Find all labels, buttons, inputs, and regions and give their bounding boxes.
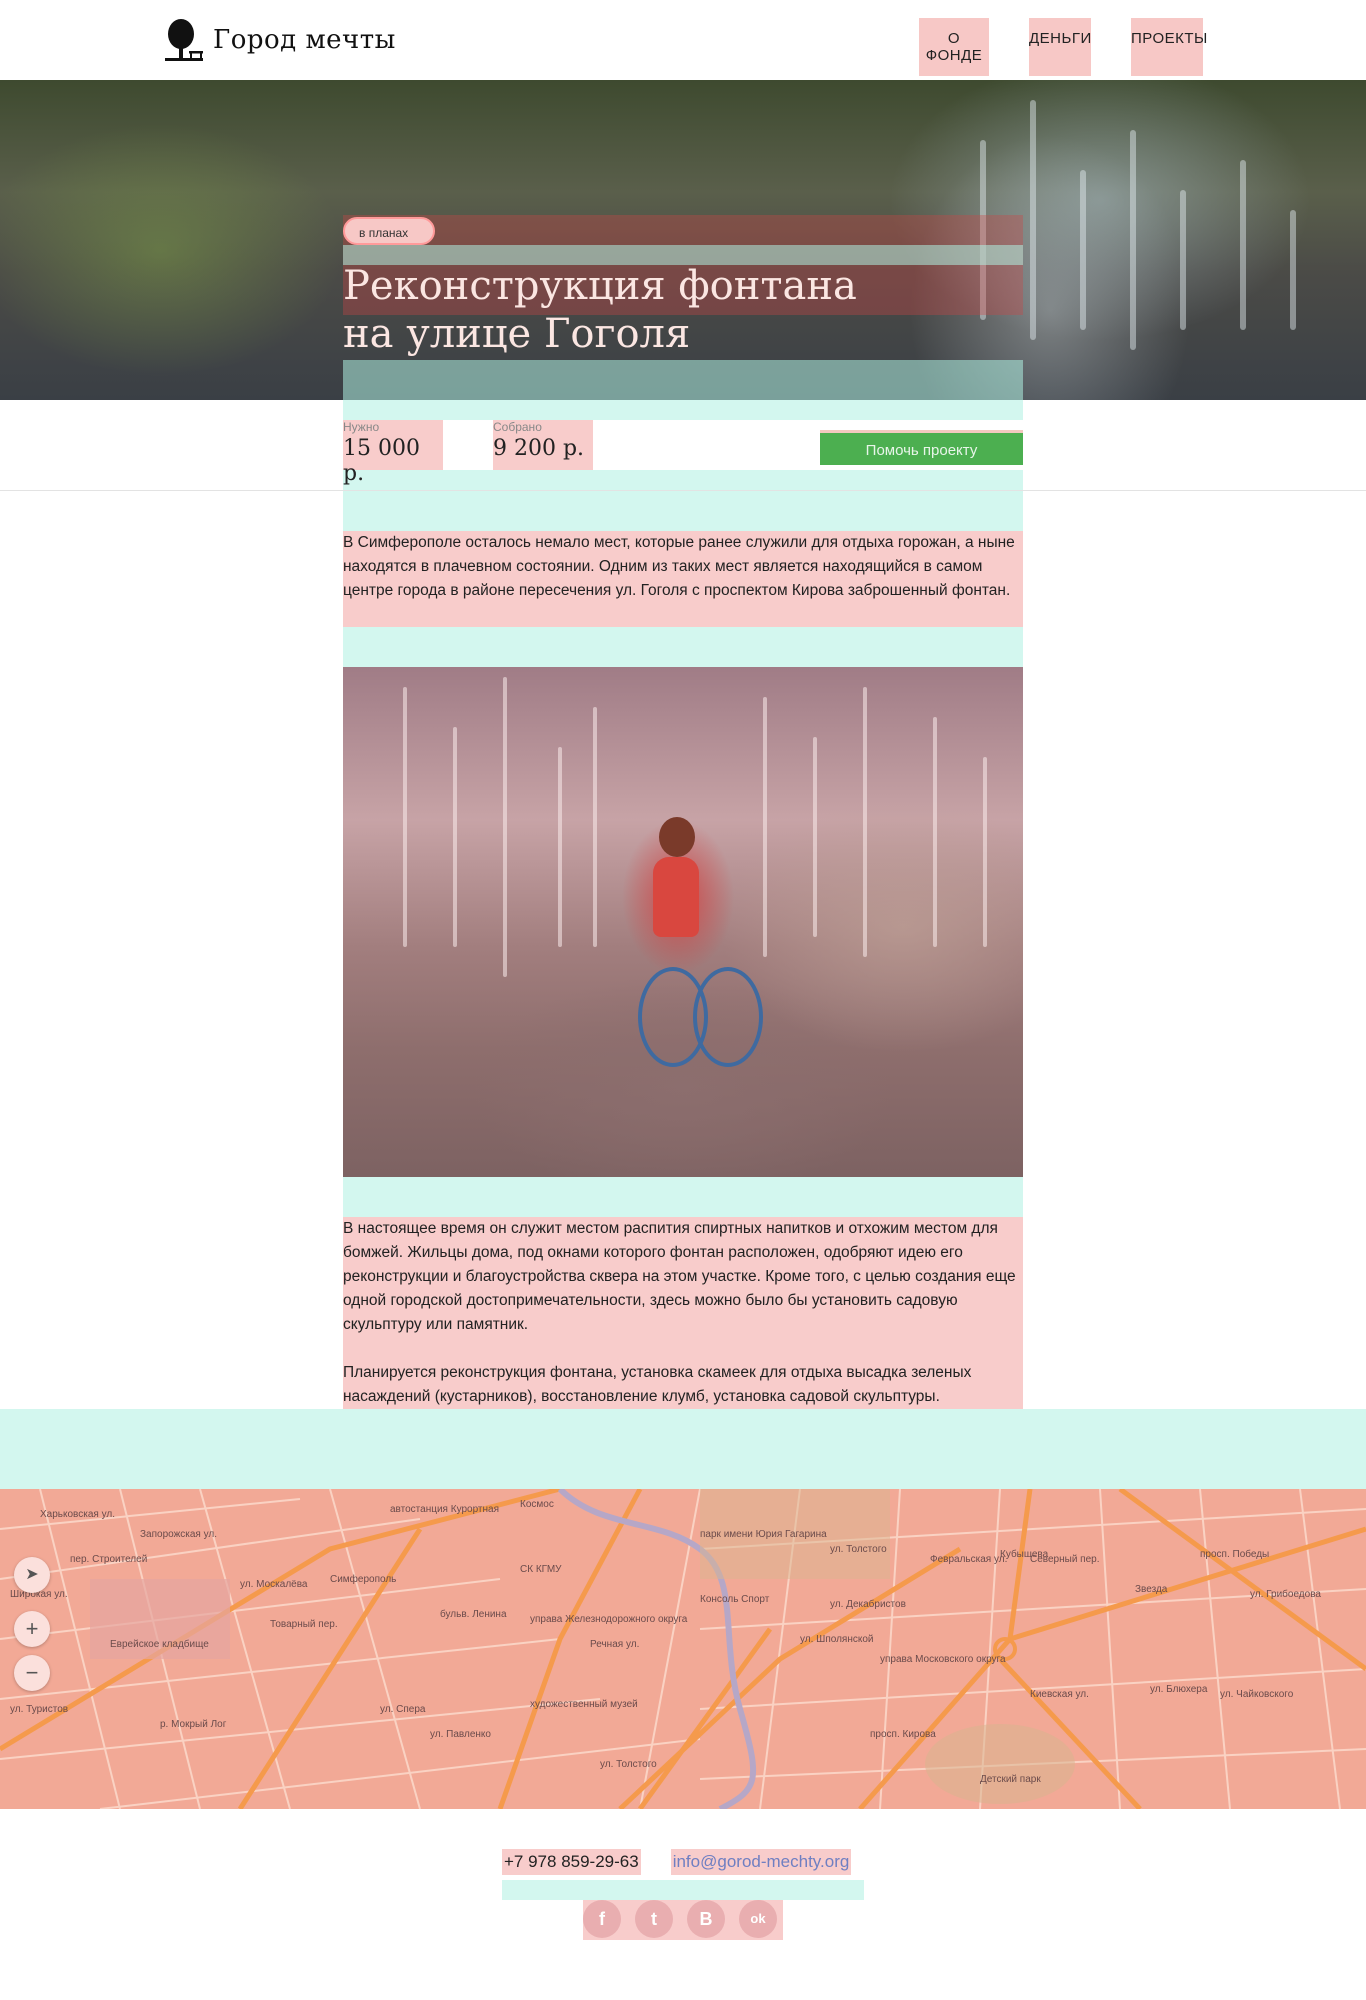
needed-stat: Нужно 15 000 р. xyxy=(343,420,443,486)
needed-label: Нужно xyxy=(343,420,380,434)
map-label: ул. Толстого xyxy=(830,1544,887,1555)
map-label: Запорожская ул. xyxy=(140,1529,218,1540)
contacts: +7 978 859-29-63 info@gorod-mechty.org xyxy=(502,1849,852,1875)
facebook-icon[interactable]: f xyxy=(583,1900,621,1938)
map-label: Космос xyxy=(520,1499,554,1510)
spacer-highlight xyxy=(0,1409,1366,1489)
map-label: Февральская ул. xyxy=(930,1554,1008,1565)
map-label: Детский парк xyxy=(980,1774,1041,1785)
project-map[interactable]: Харьковская ул. пер. Строителей Запорожс… xyxy=(0,1489,1366,1809)
article-paragraph-1: В Симферополе осталось немало мест, кото… xyxy=(343,531,1023,627)
map-label: управа Железнодорожного округа xyxy=(530,1614,688,1625)
help-project-button[interactable]: Помочь проекту xyxy=(820,430,1023,465)
map-label: автостанция Курортная xyxy=(390,1504,499,1515)
map-label: ул. Шполянской xyxy=(800,1634,874,1645)
spacer-highlight xyxy=(343,491,1023,531)
map-label: СК КГМУ xyxy=(520,1564,562,1575)
article-paragraph-2: В настоящее время он служит местом распи… xyxy=(343,1220,1016,1333)
map-label: просп. Победы xyxy=(1200,1549,1270,1560)
nav-item-about[interactable]: О ФОНДЕ xyxy=(919,18,989,76)
email-link[interactable]: info@gorod-mechty.org xyxy=(670,1849,852,1875)
map-label: р. Мокрый Лог xyxy=(160,1719,227,1730)
map-label: художественный музей xyxy=(530,1699,638,1710)
map-label: ул. Грибоедова xyxy=(1250,1589,1321,1600)
map-label: Товарный пер. xyxy=(270,1619,338,1630)
map-label: просп. Кирова xyxy=(870,1729,936,1740)
map-label: Еврейское кладбище xyxy=(110,1639,209,1650)
nav-item-projects[interactable]: ПРОЕКТЫ xyxy=(1131,18,1207,76)
map-label: бульв. Ленина xyxy=(440,1609,507,1620)
zoom-in-icon[interactable]: + xyxy=(14,1611,50,1647)
logo-link[interactable]: Город мечты xyxy=(163,18,396,62)
vkontakte-icon[interactable]: В xyxy=(687,1900,725,1938)
logo-text: Город мечты xyxy=(213,25,396,55)
phone-number[interactable]: +7 978 859-29-63 xyxy=(502,1849,641,1875)
map-label: ул. Блюхера xyxy=(1150,1684,1208,1695)
map-label: Киевская ул. xyxy=(1030,1689,1089,1700)
map-label: ул. Чайковского xyxy=(1220,1689,1294,1700)
social-links: f t В ok xyxy=(583,1900,783,1940)
spacer-highlight xyxy=(502,1880,864,1900)
page-title: Реконструкция фонтана на улице Гоголя xyxy=(343,262,1023,358)
map-label: ул. Спера xyxy=(380,1704,426,1715)
zoom-out-icon[interactable]: − xyxy=(14,1655,50,1691)
twitter-icon[interactable]: t xyxy=(635,1900,673,1938)
odnoklassniki-icon[interactable]: ok xyxy=(739,1900,777,1938)
map-label: Речная ул. xyxy=(590,1639,640,1650)
map-label: ул. Москалёва xyxy=(240,1579,308,1590)
tree-bench-icon xyxy=(165,19,203,61)
map-label: ул. Декабристов xyxy=(830,1599,906,1610)
map-label: Симферополь xyxy=(330,1574,397,1585)
collected-label: Собрано xyxy=(493,420,542,434)
title-line-2: на улице Гоголя xyxy=(343,311,691,357)
needed-value: 15 000 р. xyxy=(343,436,420,486)
nav-item-money[interactable]: ДЕНЬГИ xyxy=(1029,18,1091,76)
spacer-highlight xyxy=(343,470,1023,490)
map-label: парк имени Юрия Гагарина xyxy=(700,1529,827,1540)
map-label: Северный пер. xyxy=(1030,1554,1100,1565)
map-label: Звезда xyxy=(1135,1584,1168,1595)
project-photo xyxy=(343,667,1023,1177)
map-label: Консоль Спорт xyxy=(700,1594,770,1605)
status-badge: в планах xyxy=(343,217,435,245)
map-label: ул. Туристов xyxy=(10,1704,69,1715)
collected-stat: Собрано 9 200 р. xyxy=(493,420,593,470)
article-paragraph-3: Планируется реконструкция фонтана, устан… xyxy=(343,1364,972,1405)
locate-icon[interactable]: ➤ xyxy=(14,1557,50,1593)
main-nav: О ФОНДЕ ДЕНЬГИ ПРОЕКТЫ xyxy=(919,18,1207,76)
map-label: пер. Строителей xyxy=(70,1554,148,1565)
collected-value: 9 200 р. xyxy=(493,436,585,461)
map-label: управа Московского округа xyxy=(880,1654,1006,1665)
spacer-highlight xyxy=(343,360,1023,420)
site-header: Город мечты О ФОНДЕ ДЕНЬГИ ПРОЕКТЫ xyxy=(0,0,1366,80)
map-label: Харьковская ул. xyxy=(40,1509,115,1520)
spacer-highlight xyxy=(343,627,1023,667)
spacer-highlight xyxy=(343,1177,1023,1217)
title-line-1: Реконструкция фонтана xyxy=(343,263,857,309)
map-label: ул. Толстого xyxy=(600,1759,657,1770)
map-label: ул. Павленко xyxy=(430,1729,491,1740)
article-body: В настоящее время он служит местом распи… xyxy=(343,1217,1023,1409)
funding-bar: Нужно 15 000 р. Собрано 9 200 р. Помочь … xyxy=(343,420,1023,486)
